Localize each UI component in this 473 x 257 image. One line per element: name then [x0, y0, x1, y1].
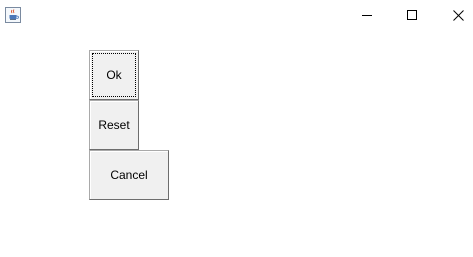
minimize-icon — [362, 15, 372, 16]
reset-button[interactable]: Reset — [89, 100, 139, 150]
reset-button-label: Reset — [98, 118, 130, 132]
close-icon — [452, 9, 464, 21]
ok-button[interactable]: Ok — [89, 50, 139, 100]
minimize-button[interactable] — [344, 0, 390, 30]
ok-button-label: Ok — [106, 68, 122, 82]
maximize-icon — [407, 10, 417, 20]
maximize-button[interactable] — [389, 0, 435, 30]
cancel-button[interactable]: Cancel — [89, 150, 169, 200]
java-app-icon[interactable] — [5, 7, 21, 23]
cancel-button-label: Cancel — [110, 168, 148, 182]
close-button[interactable] — [435, 0, 473, 30]
application-window: Ok Reset Cancel — [0, 0, 473, 257]
title-bar[interactable] — [0, 0, 473, 30]
